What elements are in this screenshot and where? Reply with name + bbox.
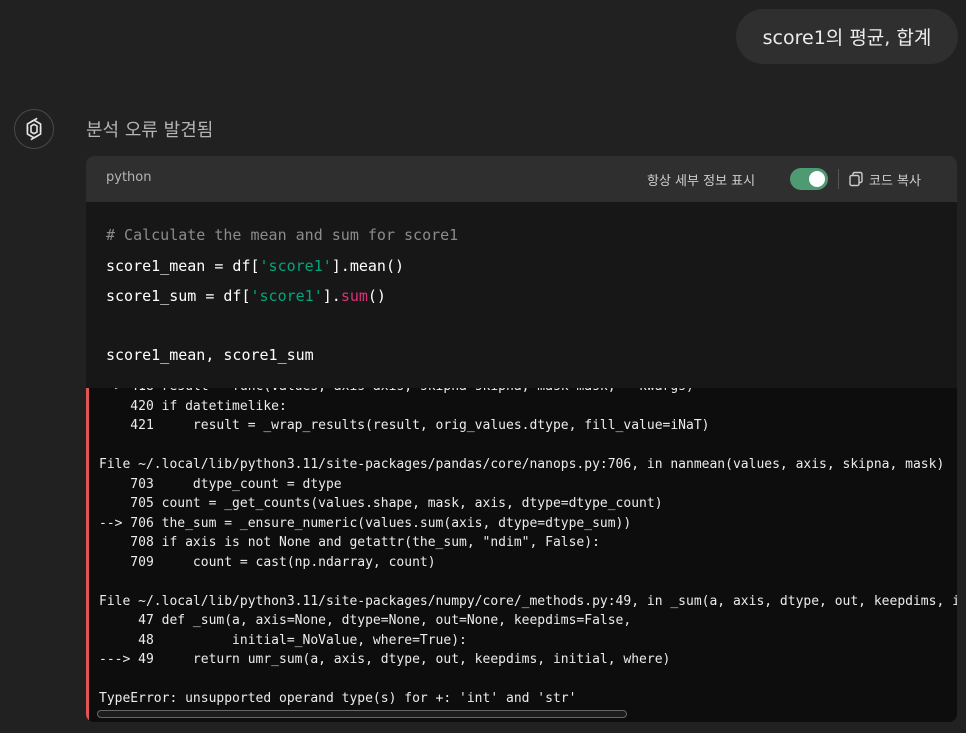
traceback-line: 705 count = _get_counts(values.shape, ma… (99, 496, 663, 511)
copy-icon (849, 171, 863, 187)
code-panel: python 항상 세부 정보 표시 코드 복사 # Calculate the… (86, 156, 957, 722)
always-show-details-toggle[interactable] (790, 168, 828, 190)
code-string: 'score1' (250, 287, 323, 305)
code-builtin: sum (340, 287, 368, 305)
traceback-line: File ~/.local/lib/python3.11/site-packag… (99, 457, 945, 472)
toggle-knob (809, 171, 825, 187)
assistant-avatar (14, 109, 54, 149)
traceback-line: 703 dtype_count = dtype (99, 476, 342, 492)
traceback-line: --> 706 the_sum = _ensure_numeric(values… (99, 515, 632, 531)
code-string: 'score1' (259, 257, 332, 275)
code-line-sum: score1_sum = df['score1'].sum() (106, 287, 386, 305)
horizontal-scrollbar[interactable] (97, 710, 627, 718)
traceback-line: 420 if datetimelike: (99, 398, 287, 414)
traceback-line: --> 418 result = func(values, axis=axis,… (99, 388, 694, 394)
traceback-line: 421 result = _wrap_results(result, orig_… (99, 418, 710, 433)
traceback-line: 47 def _sum(a, axis=None, dtype=None, ou… (99, 613, 632, 628)
traceback-line: File ~/.local/lib/python3.11/site-packag… (99, 593, 957, 609)
error-traceback-output: --> 418 result = func(values, axis=axis,… (86, 388, 957, 722)
code-comment: # Calculate the mean and sum for score1 (106, 226, 459, 244)
user-message-text: score1의 평균, 합계 (762, 27, 932, 49)
code-line-output: score1_mean, score1_sum (106, 346, 314, 364)
header-divider (838, 169, 839, 189)
openai-logo-icon (26, 117, 42, 141)
traceback-line: ---> 49 return umr_sum(a, axis, dtype, o… (99, 652, 671, 667)
traceback-line: 708 if axis is not None and getattr(the_… (99, 535, 600, 550)
code-header: python 항상 세부 정보 표시 코드 복사 (86, 156, 957, 202)
always-show-details-label: 항상 세부 정보 표시 (647, 174, 756, 189)
code-body: # Calculate the mean and sum for score1 … (86, 202, 957, 388)
traceback-line: TypeError: unsupported operand type(s) f… (99, 691, 577, 706)
copy-code-button[interactable]: 코드 복사 (848, 168, 921, 190)
user-message-bubble: score1의 평균, 합계 (736, 9, 958, 64)
analysis-error-status[interactable]: 분석 오류 발견됨 (86, 116, 213, 142)
traceback-line: 709 count = cast(np.ndarray, count) (99, 554, 436, 570)
language-label: python (106, 170, 152, 185)
copy-code-label: 코드 복사 (869, 173, 921, 189)
traceback-line: 48 initial=_NoValue, where=True): (99, 632, 467, 648)
code-line-mean: score1_mean = df['score1'].mean() (106, 257, 405, 275)
